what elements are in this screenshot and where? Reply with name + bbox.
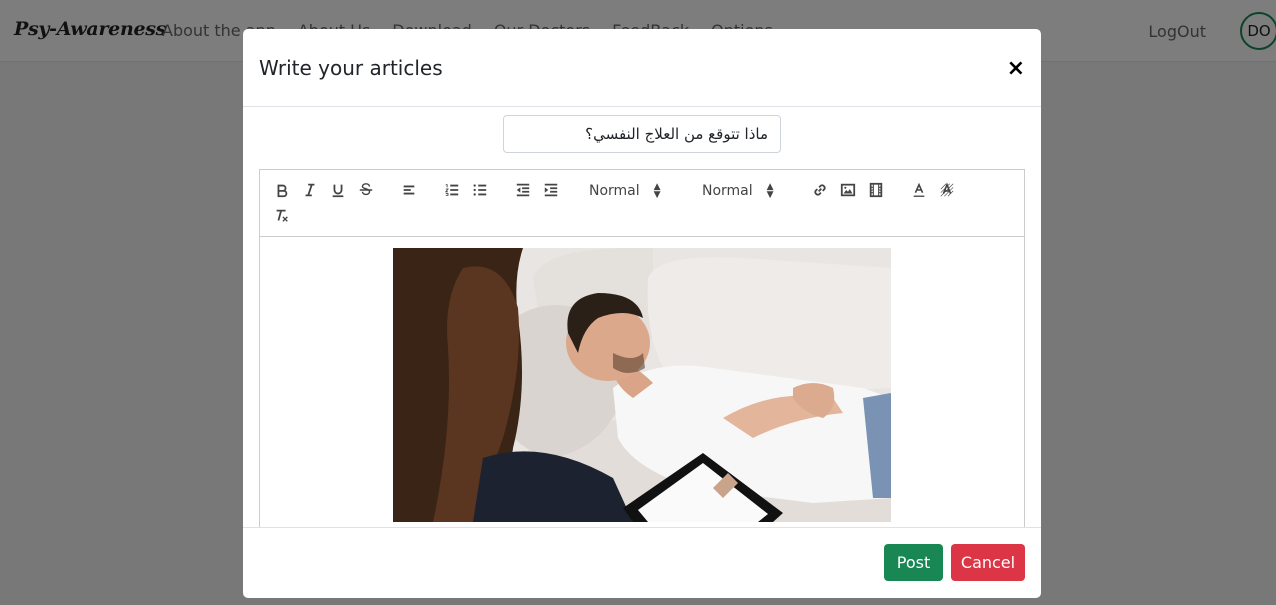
modal-body: Normal ▲▼ Normal ▲▼ — [243, 107, 1041, 527]
editor-toolbar: Normal ▲ ▼ Normal ▲ ▼ — [260, 170, 1024, 237]
text-color-icon[interactable] — [908, 179, 930, 201]
close-icon[interactable]: × — [1007, 57, 1025, 81]
bullet-list-icon[interactable] — [469, 179, 491, 201]
modal-title: Write your articles — [259, 56, 443, 80]
indent-icon[interactable] — [540, 179, 562, 201]
picker-arrows-icon: ▲ ▼ — [653, 182, 661, 200]
modal-footer: Post Cancel — [243, 527, 1041, 598]
article-title-input[interactable] — [503, 115, 781, 153]
ordered-list-icon[interactable] — [441, 179, 463, 201]
therapy-session-image — [393, 248, 891, 522]
header-picker[interactable]: Normal ▲ ▼ — [589, 180, 661, 202]
editor-content[interactable] — [260, 237, 1024, 527]
bold-icon[interactable] — [271, 179, 293, 201]
italic-icon[interactable] — [299, 179, 321, 201]
clear-format-icon[interactable] — [271, 205, 293, 227]
size-picker[interactable]: Normal ▲ ▼ — [702, 180, 774, 202]
strikethrough-icon[interactable] — [355, 179, 377, 201]
align-left-icon[interactable] — [398, 179, 420, 201]
cancel-button[interactable]: Cancel — [951, 544, 1025, 581]
image-icon[interactable] — [837, 179, 859, 201]
post-button[interactable]: Post — [884, 544, 943, 581]
rich-text-editor: Normal ▲ ▼ Normal ▲ ▼ — [259, 169, 1025, 527]
outdent-icon[interactable] — [512, 179, 534, 201]
video-icon[interactable] — [865, 179, 887, 201]
modal-header: Write your articles × — [243, 29, 1041, 107]
background-color-icon[interactable] — [936, 179, 958, 201]
picker-arrows-icon: ▲ ▼ — [766, 182, 774, 200]
underline-icon[interactable] — [327, 179, 349, 201]
article-modal: Write your articles × ماذا تتوقع من العل… — [243, 29, 1041, 598]
link-icon[interactable] — [809, 179, 831, 201]
